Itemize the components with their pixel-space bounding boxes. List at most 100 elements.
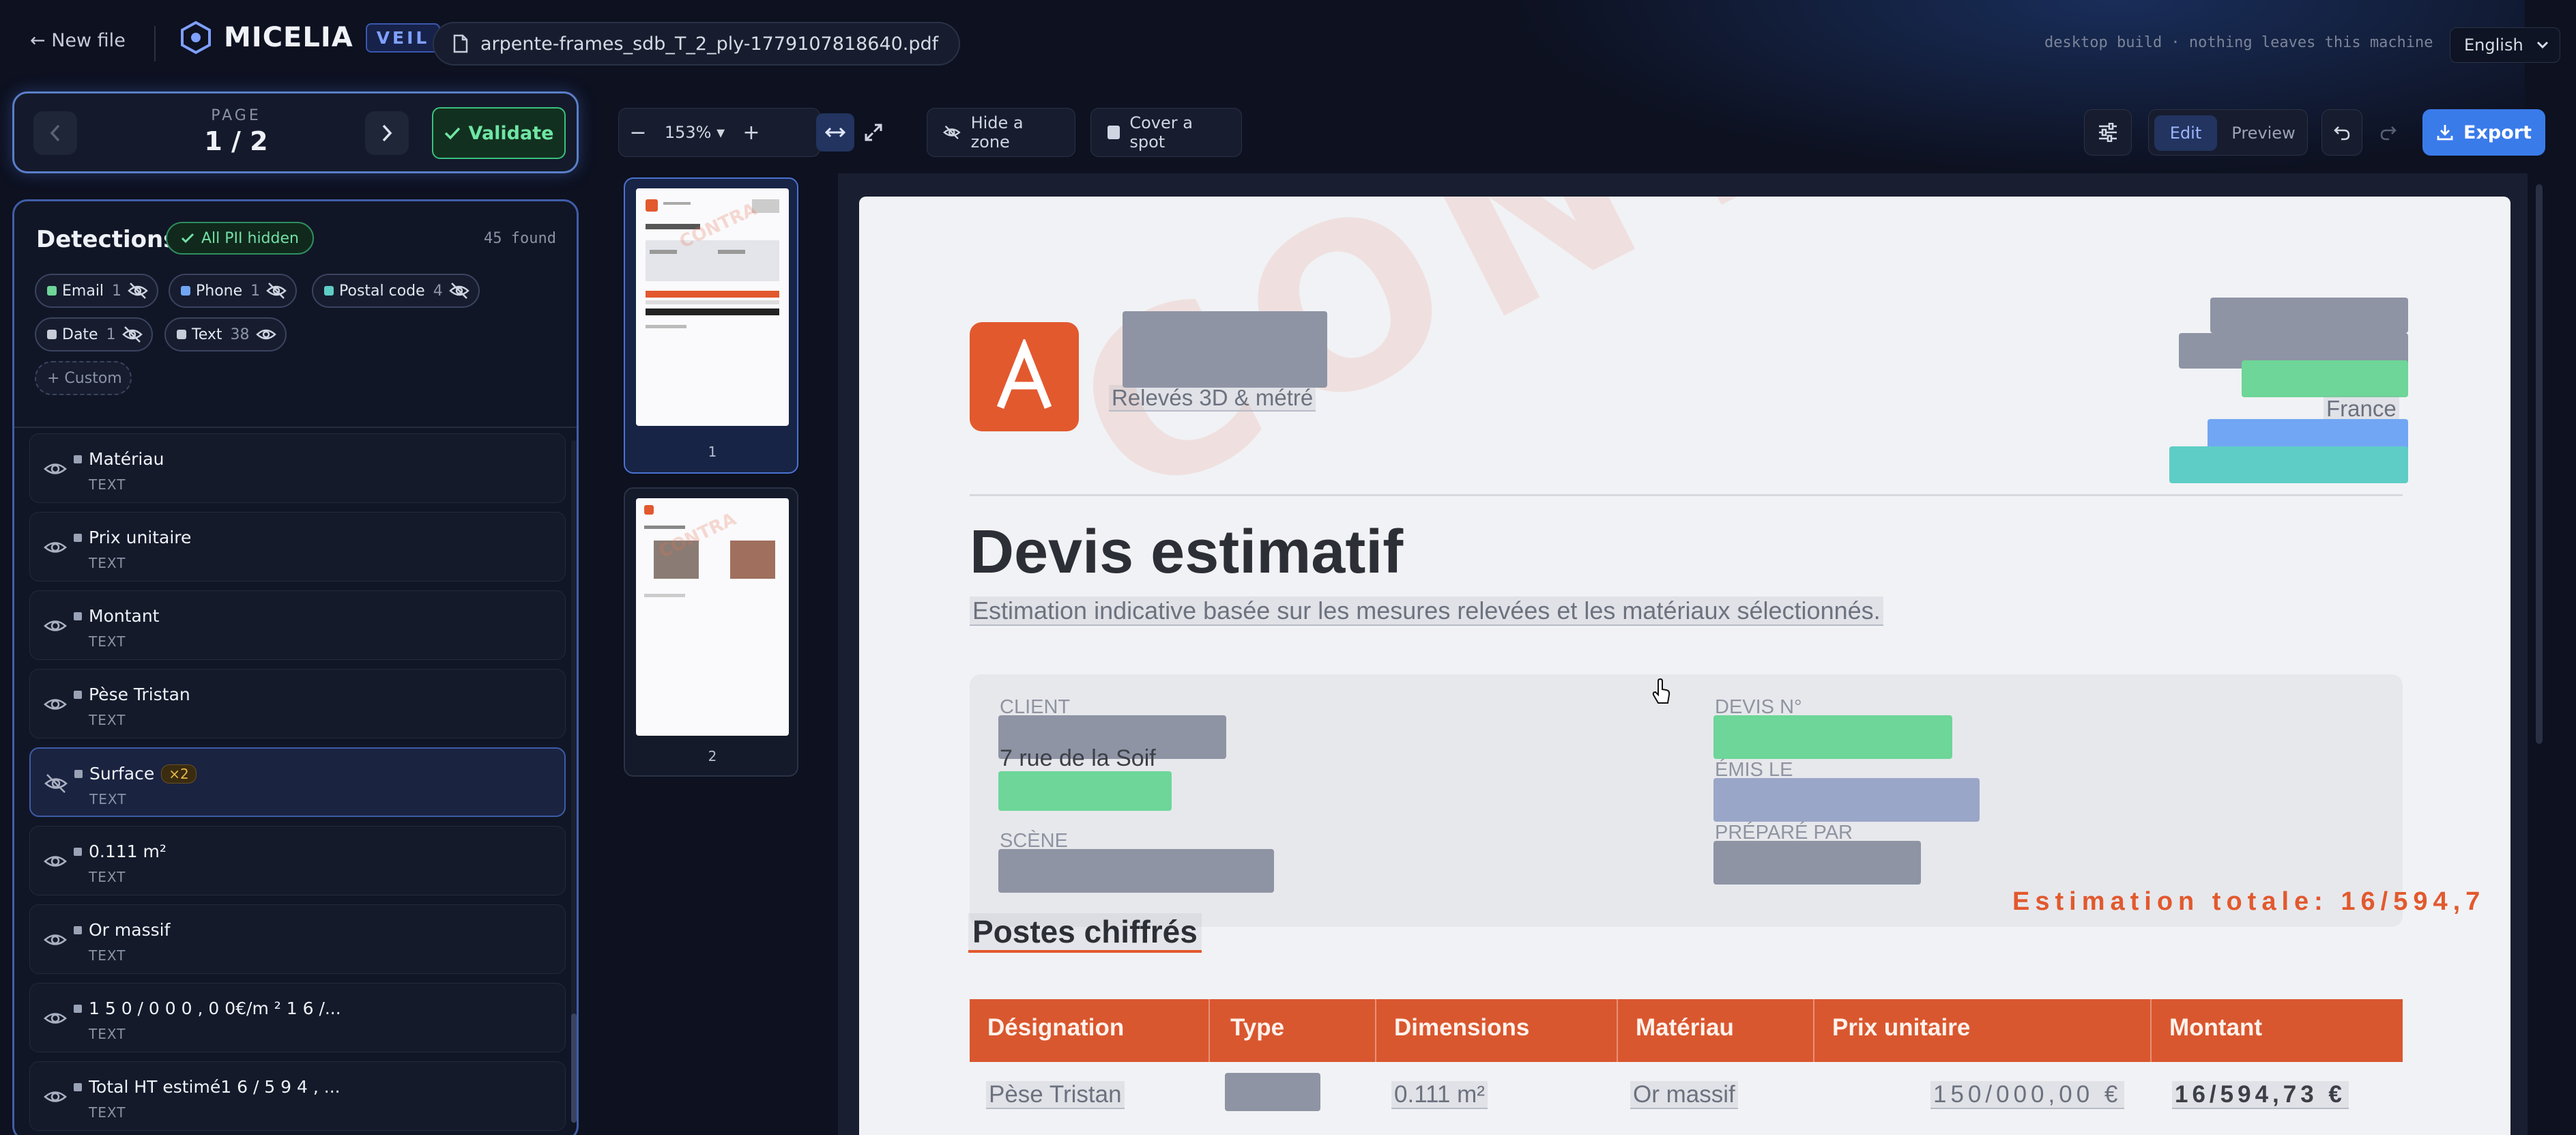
language-select[interactable]: English <box>2450 27 2560 63</box>
zoom-in-button[interactable]: + <box>732 113 770 152</box>
preview-mode-button[interactable]: Preview <box>2224 115 2303 151</box>
page-thumbnails: CONTRA 1 CONTRA 2 <box>616 171 820 1135</box>
detection-item[interactable]: Matériau TEXT <box>29 433 566 503</box>
detection-name: Matériau <box>74 449 164 469</box>
file-name-pill[interactable]: arpente-frames_sdb_T_2_ply-1779107818640… <box>433 22 961 66</box>
detection-name: Surface ×2 <box>74 764 197 784</box>
company-tagline: Relevés 3D & métré <box>1109 385 1316 412</box>
cover-spot-button[interactable]: Cover a spot <box>1090 108 1242 157</box>
undo-button[interactable] <box>2321 109 2362 156</box>
next-page-button[interactable] <box>365 111 409 155</box>
detection-item[interactable]: Total HT estimé1 6 / 5 9 4 , ... TEXT <box>29 1061 566 1131</box>
zoom-level[interactable]: 153% ▾ <box>657 123 732 142</box>
redaction-postal-code[interactable] <box>2169 446 2408 483</box>
eye-icon[interactable] <box>42 927 68 953</box>
edit-mode-button[interactable]: Edit <box>2154 115 2217 151</box>
build-tagline: desktop build · nothing leaves this mach… <box>2044 34 2433 51</box>
eye-off-icon[interactable] <box>127 281 149 300</box>
cell-designation: Pèse Tristan <box>986 1081 1125 1109</box>
detection-name: Total HT estimé1 6 / 5 9 4 , ... <box>74 1077 341 1097</box>
thumbnail-page-1[interactable]: CONTRA 1 <box>624 177 798 474</box>
new-file-link[interactable]: ← New file <box>30 30 126 51</box>
eye-off-icon[interactable] <box>43 771 69 796</box>
chevron-down-icon <box>2536 41 2549 49</box>
detection-item[interactable]: 1 5 0 / 0 0 0 , 0 0€/m ² 1 6 /... TEXT <box>29 983 566 1052</box>
chip-phone[interactable]: Phone 1 <box>169 274 298 308</box>
eye-icon[interactable] <box>42 1084 68 1110</box>
redaction-date[interactable] <box>1713 778 1980 822</box>
detection-name: Pèse Tristan <box>74 685 190 704</box>
chip-date[interactable]: Date 1 <box>35 317 153 351</box>
detection-item[interactable]: Or massif TEXT <box>29 904 566 974</box>
prev-page-button[interactable] <box>33 111 77 155</box>
detection-item[interactable]: Prix unitaire TEXT <box>29 512 566 581</box>
chip-postal-code[interactable]: Postal code 4 <box>312 274 480 308</box>
redaction-box[interactable] <box>998 849 1274 893</box>
redo-button[interactable] <box>2368 109 2409 156</box>
check-icon <box>444 127 460 140</box>
redo-icon <box>2380 126 2397 141</box>
detection-item[interactable]: 0.111 m² TEXT <box>29 826 566 895</box>
chip-text[interactable]: Text 38 <box>164 317 287 351</box>
detections-title: Detections <box>36 226 177 253</box>
all-pii-hidden-badge[interactable]: All PII hidden <box>166 222 314 255</box>
thumbnail-page-2[interactable]: CONTRA 2 <box>624 487 798 777</box>
col-dimensions: Dimensions <box>1394 1014 1530 1041</box>
chip-email[interactable]: Email 1 <box>35 274 159 308</box>
thumbnail-number: 2 <box>708 748 717 764</box>
eye-off-icon[interactable] <box>448 281 470 300</box>
eye-icon[interactable] <box>42 1005 68 1031</box>
document-viewer[interactable]: CONTRACT Relevés 3D & métré France Devis… <box>838 173 2528 1135</box>
detection-list-scrollbar[interactable] <box>571 440 577 1123</box>
redaction-box[interactable] <box>1713 841 1921 885</box>
detection-name: Montant <box>74 606 159 626</box>
chevron-left-icon <box>50 124 60 142</box>
redaction-postal-code[interactable] <box>1713 715 1952 759</box>
detection-type: TEXT <box>89 869 126 885</box>
add-custom-chip[interactable]: + Custom <box>35 361 132 395</box>
redaction-email[interactable] <box>2242 360 2408 397</box>
redaction-box[interactable] <box>2210 298 2408 333</box>
text-color-swatch <box>177 330 186 339</box>
fit-page-button[interactable] <box>854 113 893 152</box>
veil-badge: VEIL <box>365 23 441 53</box>
email-color-swatch <box>47 286 57 296</box>
eye-icon[interactable] <box>42 456 68 482</box>
detection-type: TEXT <box>89 791 127 807</box>
export-button[interactable]: Export <box>2422 109 2545 156</box>
eye-icon[interactable] <box>42 613 68 639</box>
detection-item-selected[interactable]: Surface ×2 TEXT <box>29 747 566 817</box>
zoom-out-button[interactable]: − <box>619 113 657 152</box>
col-montant: Montant <box>2169 1014 2263 1041</box>
top-bar: ← New file MICELIA VEIL arpente-frames_s… <box>0 0 2576 87</box>
company-logo <box>970 322 1079 431</box>
client-address: 7 rue de la Soif <box>1000 745 1156 771</box>
brand-name: MICELIA <box>224 22 353 53</box>
eye-icon[interactable] <box>42 534 68 560</box>
phone-color-swatch <box>181 286 190 296</box>
thumbnail-number: 1 <box>708 444 717 460</box>
date-color-swatch <box>47 330 57 339</box>
chip-count: 38 <box>230 326 250 343</box>
found-count: 45 found <box>484 230 556 247</box>
validate-button[interactable]: Validate <box>432 107 566 159</box>
redaction-box[interactable] <box>1123 311 1327 388</box>
custom-label: + Custom <box>47 369 122 387</box>
fit-width-button[interactable] <box>816 113 854 152</box>
detection-item[interactable]: Pèse Tristan TEXT <box>29 669 566 738</box>
cell-materiau: Or massif <box>1630 1081 1738 1109</box>
document-scrollbar[interactable] <box>2536 184 2543 744</box>
sliders-icon <box>2099 123 2117 142</box>
hide-zone-button[interactable]: Hide a zone <box>927 108 1075 157</box>
redaction-postal-code[interactable] <box>998 771 1172 811</box>
page-navigator: PAGE 1 / 2 Validate <box>12 91 579 173</box>
eye-icon[interactable] <box>255 325 277 344</box>
settings-sliders-button[interactable] <box>2084 109 2132 156</box>
eye-off-icon[interactable] <box>265 281 287 300</box>
eye-icon[interactable] <box>42 691 68 717</box>
eye-off-icon[interactable] <box>121 325 143 344</box>
detection-item[interactable]: Montant TEXT <box>29 590 566 660</box>
validate-label: Validate <box>468 122 554 144</box>
redaction-box[interactable] <box>1225 1073 1320 1111</box>
eye-icon[interactable] <box>42 848 68 874</box>
